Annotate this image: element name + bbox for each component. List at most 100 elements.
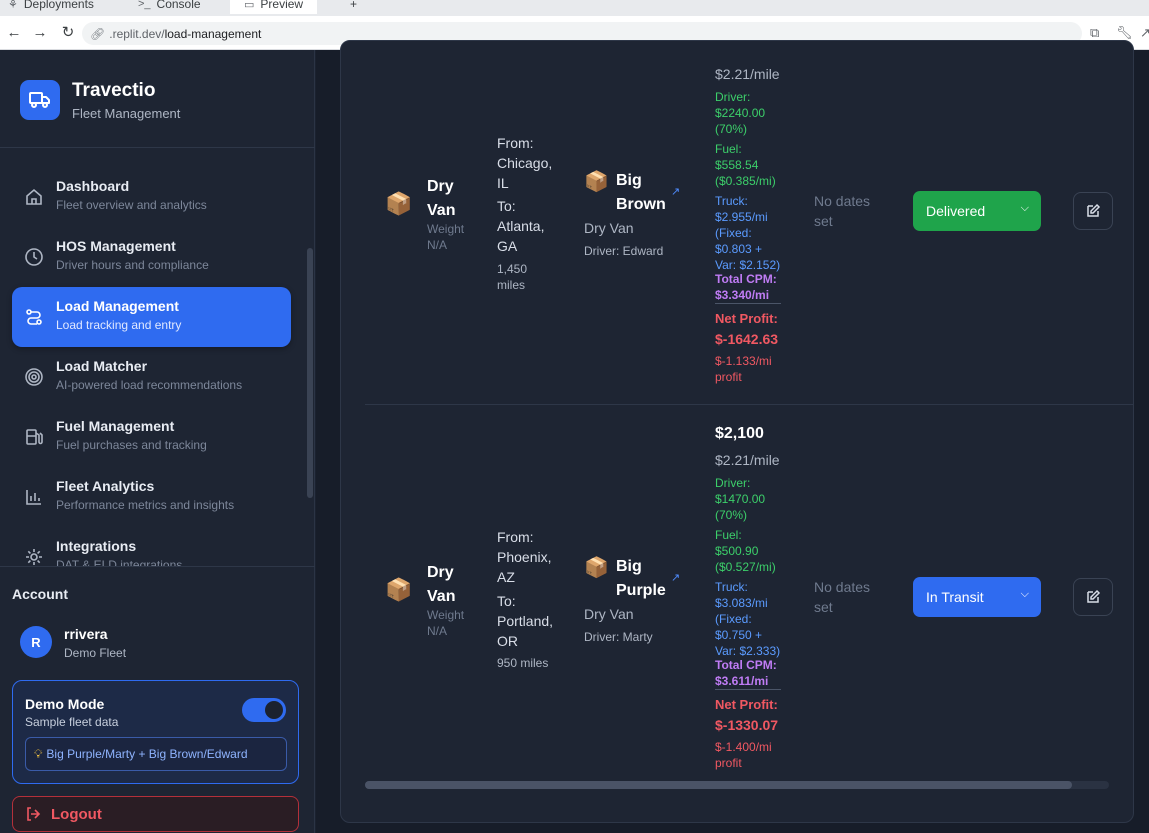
profit-divider: [715, 303, 781, 304]
table-horizontal-scrollbar[interactable]: [365, 781, 1109, 789]
fuel-cost: Fuel: $558.54 ($0.385/mi): [715, 141, 776, 189]
nav-desc: Driver hours and compliance: [56, 258, 209, 272]
sidebar: Travectio Fleet Management Dashboard Fle…: [0, 50, 315, 833]
net-profit-value: $-1330.07: [715, 717, 779, 733]
route-icon: [26, 309, 42, 325]
forward-arrow-icon[interactable]: →: [30, 23, 50, 43]
logout-icon: [27, 807, 41, 821]
profit-per-mile-label: profit: [715, 370, 742, 384]
truck-link[interactable]: Big Purple: [616, 555, 670, 603]
edit-button[interactable]: [1073, 192, 1113, 230]
sidebar-item-dashboard[interactable]: Dashboard Fleet overview and analytics: [12, 167, 291, 227]
table-row: 📦 Dry Van Weight N/A From: Chicago, IL T…: [365, 41, 1133, 405]
nav-title: Load Matcher: [56, 358, 148, 374]
profit-per-mile: $-1.133/mi profit: [715, 353, 772, 385]
package-icon: 📦: [385, 191, 413, 216]
weight-label: Weight: [427, 608, 465, 622]
scrollbar-thumb[interactable]: [365, 781, 1072, 789]
status-value: Delivered: [926, 203, 986, 219]
bar-chart-icon: [26, 490, 41, 505]
new-tab-button[interactable]: +: [350, 0, 357, 14]
net-profit-label: Net Profit:: [715, 311, 778, 326]
fuel-cost: Fuel: $500.90 ($0.527/mi): [715, 527, 776, 575]
rate: $2,100: [715, 425, 764, 442]
table-row: 📦 Dry Van Weight N/A From: Phoenix, AZ T…: [365, 405, 1133, 791]
equipment-type: Dry Van: [427, 178, 456, 219]
truck-package-icon: 📦: [584, 171, 609, 193]
fuel-label: Fuel:: [715, 528, 742, 542]
nav-desc: Load tracking and entry: [56, 318, 182, 332]
driver-pay-amount: $2240.00: [715, 106, 766, 120]
sidebar-item-integrations[interactable]: Integrations DAT & ELD integrations: [12, 527, 291, 566]
tab-preview[interactable]: ▭ Preview: [230, 0, 318, 14]
truck-type: Dry Van: [584, 606, 634, 622]
edit-icon: [1087, 589, 1101, 603]
sidebar-item-fuel-management[interactable]: Fuel Management Fuel purchases and track…: [12, 407, 291, 467]
sidebar-nav: Dashboard Fleet overview and analytics H…: [0, 148, 315, 566]
external-link-icon[interactable]: ↗: [1140, 25, 1149, 41]
sidebar-item-load-matcher[interactable]: Load Matcher AI-powered load recommendat…: [12, 347, 291, 407]
weight-value: N/A: [427, 624, 448, 638]
account-section: Account R rrivera Demo Fleet Demo Mode S…: [0, 566, 315, 833]
edit-button[interactable]: [1073, 578, 1113, 616]
rate-per-mile: $2.21/mile: [715, 452, 780, 468]
deploy-icon: ⚘: [8, 0, 18, 11]
sidebar-item-hos-management[interactable]: HOS Management Driver hours and complian…: [12, 227, 291, 287]
logout-button[interactable]: Logout: [12, 796, 299, 832]
nav-title: HOS Management: [56, 238, 176, 254]
loads-table-card: 📦 Dry Van Weight N/A From: Chicago, IL T…: [340, 40, 1134, 823]
edit-icon: [1087, 203, 1101, 217]
status-select[interactable]: Delivered ⌵: [913, 191, 1041, 231]
home-icon: [26, 188, 42, 205]
net-profit-value: $-1642.63: [715, 331, 779, 347]
sidebar-item-load-management[interactable]: Load Management Load tracking and entry: [12, 287, 291, 347]
total-cpm: Total CPM: $3.340/mi: [715, 271, 777, 303]
truck-fixed-label: (Fixed:: [715, 226, 752, 240]
fuel-amount: $500.90: [715, 544, 759, 558]
demo-mode-note: 💡︎ Big Purple/Marty + Big Brown/Edward: [25, 737, 287, 771]
truck-cost-per-mile: $3.083/mi: [715, 596, 768, 610]
sidebar-scrollbar[interactable]: [307, 248, 313, 498]
truck-driver: Driver: Edward: [584, 244, 664, 258]
external-link-icon[interactable]: ↗: [671, 185, 680, 198]
demo-mode-toggle[interactable]: [242, 698, 286, 722]
dates: No dates set: [814, 193, 871, 229]
link-icon: 🔗︎: [90, 26, 106, 41]
truck-cost-per-mile: $2.955/mi: [715, 210, 768, 224]
demo-mode-subtitle: Sample fleet data: [25, 715, 119, 729]
reload-icon[interactable]: ↻: [58, 23, 78, 43]
cpm-value: $3.340/mi: [715, 288, 770, 302]
from-label: From:: [497, 135, 534, 151]
user-fleet: Demo Fleet: [64, 646, 127, 660]
sidebar-item-fleet-analytics[interactable]: Fleet Analytics Performance metrics and …: [12, 467, 291, 527]
truck-package-icon: 📦: [584, 557, 609, 579]
nav-title: Integrations: [56, 538, 137, 554]
fuel-label: Fuel:: [715, 142, 742, 156]
back-arrow-icon[interactable]: ←: [4, 23, 24, 43]
status-select[interactable]: In Transit ⌵: [913, 577, 1041, 617]
truck-driver: Driver: Marty: [584, 630, 653, 644]
tab-deployments[interactable]: ⚘ Deployments: [8, 0, 94, 14]
nav-title: Fuel Management: [56, 418, 175, 434]
from-city: Chicago, IL: [497, 155, 553, 191]
logout-label: Logout: [51, 805, 102, 823]
dates: No dates set: [814, 579, 871, 615]
fuel-per-mile: ($0.385/mi): [715, 174, 776, 188]
nav-desc: Fleet overview and analytics: [56, 198, 207, 212]
gear-icon: [26, 549, 42, 565]
truck-link[interactable]: Big Brown: [616, 169, 670, 217]
to-label: To:: [497, 198, 516, 214]
driver-pay-amount: $1470.00: [715, 492, 766, 506]
external-link-icon[interactable]: ↗: [671, 571, 680, 584]
demo-note-text: Big Purple/Marty + Big Brown/Edward: [46, 747, 248, 761]
truck-cost-label: Truck:: [715, 194, 748, 208]
devices-icon[interactable]: ⧉: [1090, 25, 1099, 41]
wrench-icon[interactable]: 🔧︎: [1116, 25, 1133, 41]
nav-title: Load Management: [56, 298, 179, 314]
nav-desc: AI-powered load recommendations: [56, 378, 243, 392]
tab-console[interactable]: >_ Console: [138, 0, 201, 14]
miles: 950 miles: [497, 656, 549, 670]
driver-pay-percent: (70%): [715, 122, 748, 136]
cpm-value: $3.611/mi: [715, 674, 769, 688]
driver-pay-percent: (70%): [715, 508, 748, 522]
